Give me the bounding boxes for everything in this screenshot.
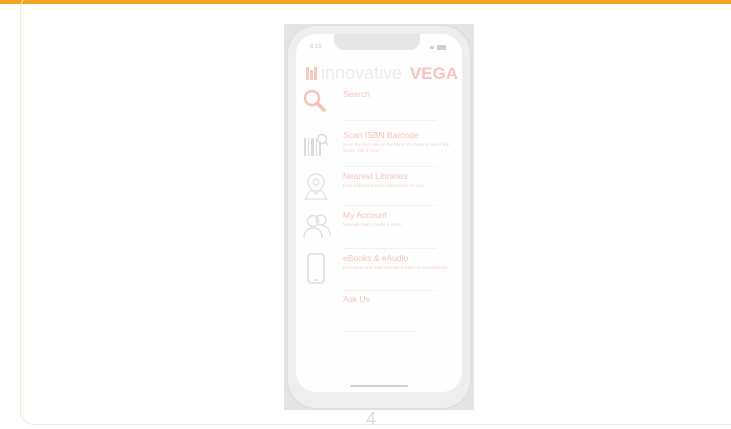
phone-screen: 6:15 innovative VEGA Search Scan ISBN Ba… xyxy=(296,34,462,392)
logo-text: innovative xyxy=(321,63,403,83)
innovative-logo-icon xyxy=(306,67,318,80)
menu-title-ask-us: Ask Us xyxy=(343,294,370,304)
menu-item-ask-us[interactable]: Ask Us xyxy=(296,294,462,314)
page-number: 4 xyxy=(366,409,377,429)
menu-item-scan-isbn[interactable]: Scan ISBN Barcode Scan the barcode on th… xyxy=(296,130,462,166)
menu-divider xyxy=(343,120,437,121)
menu-divider xyxy=(343,331,417,332)
map-pin-icon xyxy=(303,173,329,200)
tablet-icon xyxy=(307,253,325,284)
menu-item-ebooks[interactable]: eBooks & eAudio Download and read eBooks… xyxy=(296,253,462,289)
menu-title-search: Search xyxy=(343,89,370,99)
phone-notch xyxy=(334,34,420,50)
menu-divider xyxy=(343,205,437,206)
menu-title-libraries: Nearest Libraries xyxy=(343,171,408,181)
menu-title-scan: Scan ISBN Barcode xyxy=(343,130,419,140)
users-icon xyxy=(303,214,331,239)
logo-product: VEGA xyxy=(409,64,458,83)
battery-icon xyxy=(437,45,446,50)
menu-item-nearest-libraries[interactable]: Nearest Libraries Find a library branch … xyxy=(296,171,462,205)
menu-divider xyxy=(343,248,437,249)
search-icon xyxy=(303,89,326,112)
menu-desc-libraries: Find a library branch convenient for you xyxy=(343,183,424,188)
menu-divider xyxy=(343,166,437,167)
menu-desc-scan: Scan the barcode on the back of a book t… xyxy=(343,142,450,153)
menu-desc-account: Manage loans, holds & more xyxy=(343,222,402,227)
menu-divider xyxy=(343,290,437,291)
status-icons xyxy=(430,45,446,50)
menu-title-ebooks: eBooks & eAudio xyxy=(343,253,409,263)
home-indicator[interactable] xyxy=(350,385,408,387)
status-time: 6:15 xyxy=(310,44,322,50)
menu-item-my-account[interactable]: My Account Manage loans, holds & more xyxy=(296,210,462,246)
wifi-icon xyxy=(430,46,434,49)
app-header: innovative VEGA xyxy=(302,62,460,84)
menu-item-search[interactable]: Search xyxy=(296,86,462,120)
menu-desc-ebooks: Download and read eBooks & listen to eAu… xyxy=(343,265,449,270)
menu-title-account: My Account xyxy=(343,210,387,220)
barcode-scan-icon xyxy=(304,133,329,156)
